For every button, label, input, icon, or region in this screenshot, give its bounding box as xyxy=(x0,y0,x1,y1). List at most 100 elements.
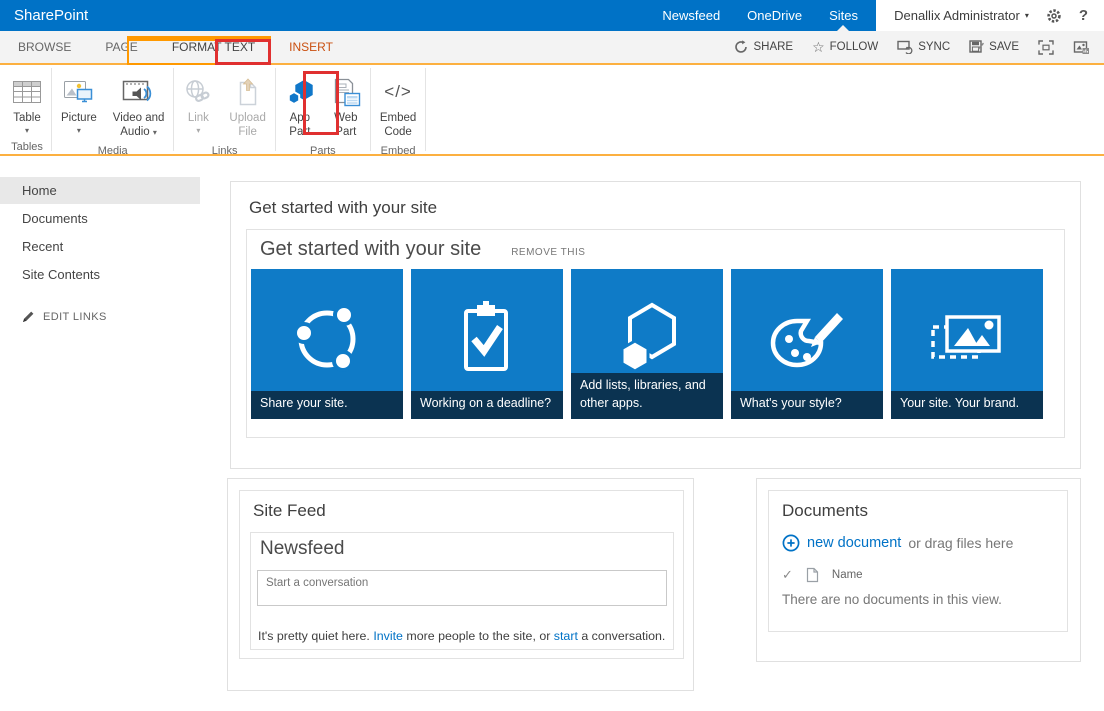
embed-code-button[interactable]: </> Embed Code xyxy=(372,72,424,142)
group-label-parts: Parts xyxy=(277,142,369,163)
tile-label: Add lists, libraries, and other apps. xyxy=(571,373,723,419)
embed-code-icon: </> xyxy=(384,82,412,102)
tile-add-lists-libraries[interactable]: Add lists, libraries, and other apps. xyxy=(571,269,723,419)
web-part-icon xyxy=(331,74,361,110)
suite-bar: SharePoint Newsfeed OneDrive Sites xyxy=(0,0,876,31)
empty-documents-message: There are no documents in this view. xyxy=(769,583,1067,607)
invite-link[interactable]: Invite xyxy=(373,629,403,643)
link-button[interactable]: Link ▾ xyxy=(175,72,221,138)
style-palette-icon xyxy=(763,297,851,383)
save-button[interactable]: SAVE xyxy=(969,40,1019,54)
site-feed-webpart-zone: Site Feed Newsfeed It's pretty quiet her… xyxy=(227,478,694,691)
help-button[interactable]: ? xyxy=(1079,7,1088,24)
user-menu[interactable]: Denallix Administrator ▾ xyxy=(894,8,1029,23)
ribbon-group-links: Link ▾ Upload File Links xyxy=(175,65,273,154)
tab-format-text[interactable]: FORMAT TEXT xyxy=(155,40,272,54)
suite-link-sites[interactable]: Sites xyxy=(829,8,858,23)
share-site-icon xyxy=(284,297,370,383)
apps-hexagon-icon xyxy=(604,297,690,383)
remove-this-link[interactable]: REMOVE THIS xyxy=(511,247,585,258)
add-circle-icon xyxy=(782,534,800,552)
ribbon-group-media: Picture ▾ Video and Audio ▾ Media xyxy=(53,65,172,154)
chevron-down-icon: ▾ xyxy=(1025,11,1029,20)
dropdown-caret-icon: ▾ xyxy=(153,128,157,137)
ribbon-group-embed: </> Embed Code Embed xyxy=(372,65,424,154)
tab-page[interactable]: PAGE xyxy=(88,40,154,54)
documents-title: Documents xyxy=(769,491,1067,521)
tile-whats-your-style[interactable]: What's your style? xyxy=(731,269,883,419)
get-started-tiles: Share your site. Working on a deadline? xyxy=(247,261,1064,419)
table-button[interactable]: Table ▾ xyxy=(4,72,50,138)
share-button[interactable]: SHARE xyxy=(734,40,793,54)
ribbon: Table ▾ Tables Picture ▾ xyxy=(0,65,1104,156)
follow-button[interactable]: ☆ FOLLOW xyxy=(812,40,878,54)
follow-star-icon: ☆ xyxy=(812,40,825,54)
sync-icon xyxy=(897,40,913,54)
group-separator xyxy=(51,68,52,151)
documents-webpart: Documents new document or drag files her… xyxy=(768,490,1068,632)
sync-button[interactable]: SYNC xyxy=(897,40,950,54)
picture-icon xyxy=(63,74,95,110)
drag-files-text: or drag files here xyxy=(908,535,1013,551)
get-started-webpart: Get started with your site REMOVE THIS S… xyxy=(246,229,1065,438)
ribbon-group-tables: Table ▾ Tables xyxy=(4,65,50,154)
sharepoint-logo: SharePoint xyxy=(14,7,88,24)
newsfeed-title: Newsfeed xyxy=(251,533,673,560)
share-icon xyxy=(734,40,748,54)
tile-share-your-site[interactable]: Share your site. xyxy=(251,269,403,419)
suite-link-newsfeed[interactable]: Newsfeed xyxy=(662,8,720,23)
app-part-button[interactable]: App Part xyxy=(277,72,323,142)
video-audio-button[interactable]: Video and Audio ▾ xyxy=(105,72,173,142)
settings-gear-icon[interactable] xyxy=(1046,8,1062,24)
tab-browse[interactable]: BROWSE xyxy=(0,40,88,54)
table-icon xyxy=(12,74,42,110)
get-started-title: Get started with your site xyxy=(260,238,481,261)
sidebar-item-home[interactable]: Home xyxy=(0,177,200,204)
dropdown-caret-icon: ▾ xyxy=(25,126,29,136)
group-separator xyxy=(425,68,426,151)
group-separator xyxy=(275,68,276,151)
page-image-icon[interactable] xyxy=(1073,40,1090,55)
conversation-input[interactable] xyxy=(258,571,666,605)
brand-image-icon xyxy=(921,297,1013,383)
pencil-icon xyxy=(22,310,35,323)
tile-label: Share your site. xyxy=(251,391,403,420)
new-document-link[interactable]: new document xyxy=(807,535,901,551)
dropdown-caret-icon: ▾ xyxy=(196,126,200,136)
start-conversation-link[interactable]: start xyxy=(554,629,578,643)
link-icon xyxy=(183,74,213,110)
sidebar-item-site-contents[interactable]: Site Contents xyxy=(0,261,200,288)
deadline-clipboard-icon xyxy=(444,297,530,383)
web-part-button[interactable]: Web Part xyxy=(323,72,369,142)
sharepoint-page: SharePoint Newsfeed OneDrive Sites Denal… xyxy=(0,0,1104,711)
sidebar-item-documents[interactable]: Documents xyxy=(0,205,200,232)
group-label-embed: Embed xyxy=(372,142,424,163)
site-feed-webpart: Site Feed Newsfeed It's pretty quiet her… xyxy=(239,490,684,659)
focus-on-content-icon[interactable] xyxy=(1038,40,1054,55)
name-column-header[interactable]: Name xyxy=(832,569,863,581)
left-nav: Home Documents Recent Site Contents EDIT… xyxy=(0,156,229,323)
upload-file-icon xyxy=(235,74,261,110)
suite-links: Newsfeed OneDrive Sites xyxy=(662,8,858,23)
site-feed-title: Site Feed xyxy=(240,491,683,521)
quiet-message: It's pretty quiet here. Invite more peop… xyxy=(258,629,665,643)
tile-your-site-your-brand[interactable]: Your site. Your brand. xyxy=(891,269,1043,419)
suite-link-onedrive[interactable]: OneDrive xyxy=(747,8,802,23)
group-separator xyxy=(370,68,371,151)
conversation-composer xyxy=(257,570,667,606)
user-name: Denallix Administrator xyxy=(894,8,1020,23)
get-started-zone-title: Get started with your site xyxy=(249,198,437,218)
tile-working-on-deadline[interactable]: Working on a deadline? xyxy=(411,269,563,419)
select-all-check-icon[interactable]: ✓ xyxy=(782,567,793,583)
tile-label: What's your style? xyxy=(731,391,883,420)
document-type-icon xyxy=(806,567,819,583)
edit-links-button[interactable]: EDIT LINKS xyxy=(22,310,229,323)
picture-button[interactable]: Picture ▾ xyxy=(53,72,105,138)
tab-insert[interactable]: INSERT xyxy=(272,40,350,54)
ribbon-tab-row: BROWSE PAGE FORMAT TEXT INSERT SHARE ☆ F… xyxy=(0,31,1104,65)
sidebar-item-recent[interactable]: Recent xyxy=(0,233,200,260)
tile-label: Your site. Your brand. xyxy=(891,391,1043,420)
get-started-webpart-zone: Get started with your site Get started w… xyxy=(230,181,1081,469)
upload-file-button[interactable]: Upload File xyxy=(221,72,273,142)
tab-actions: SHARE ☆ FOLLOW SYNC SAVE xyxy=(734,40,1090,55)
